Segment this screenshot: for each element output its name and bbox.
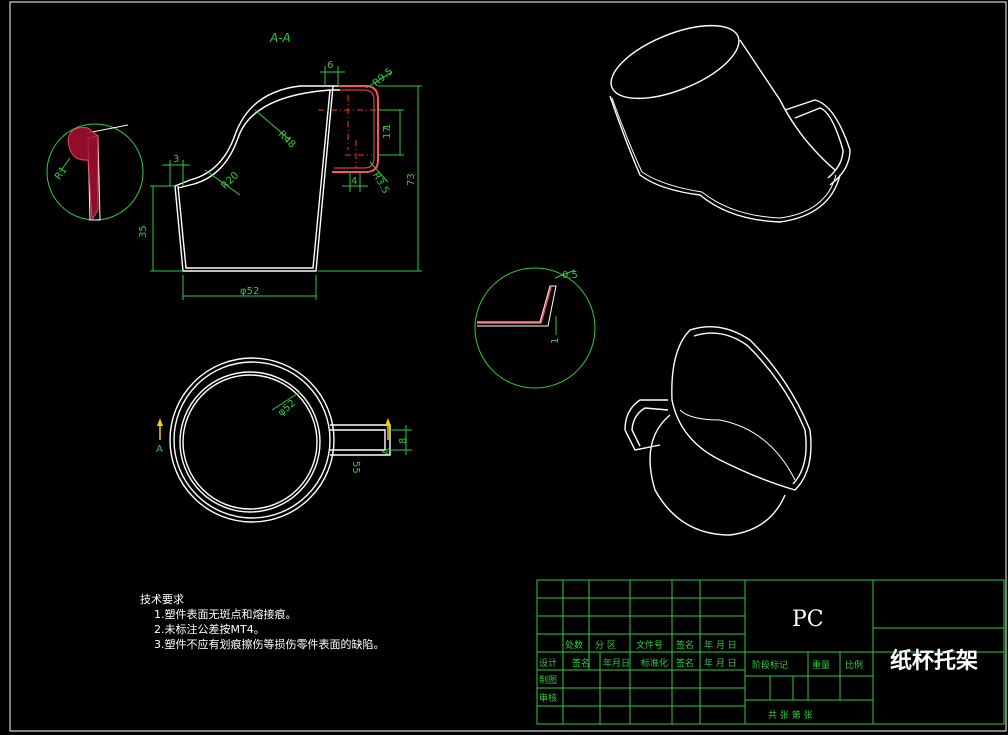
row-standard: 标准化 [641, 657, 668, 669]
hdr-count: 处数 [565, 639, 583, 651]
row-standard-date: 年 月 日 [704, 657, 737, 669]
tech-title: 技术要求 [140, 593, 184, 606]
row-standard-sign: 签名 [676, 657, 694, 669]
dim-8: 8 [398, 438, 409, 444]
detail-r1: R1 [53, 165, 70, 182]
section-view: A-A 35 73 17 1 φ52 6 R9.5 R48 R20 3 4 R3… [138, 31, 422, 300]
weight-label: 重量 [812, 659, 830, 671]
draw-label: 制图 [539, 674, 557, 686]
dim-73: 73 [406, 173, 417, 186]
iso-view-lower [624, 325, 812, 536]
dim-r35: R3.5 [370, 171, 391, 196]
detail-view-left: R1 [46, 123, 144, 222]
dim-r48: R48 [276, 129, 298, 151]
iso-view-upper [609, 24, 851, 223]
dim-r20: R20 [220, 170, 242, 192]
section-label: A-A [269, 31, 291, 45]
row-design-date: 年月日 [603, 657, 630, 669]
detail-1: 1 [550, 338, 561, 344]
dim-1: 1 [382, 124, 393, 130]
dim-55: 55 [350, 461, 361, 474]
material-label: PC [792, 607, 824, 632]
part-name: 纸杯托架 [890, 648, 978, 674]
top-view: φ52 A A 8 55 [156, 357, 412, 523]
dim-4: 4 [351, 176, 357, 187]
dim-phi52-top: φ52 [276, 398, 298, 419]
hdr-file: 文件号 [636, 639, 663, 651]
hdr-sign: 签名 [676, 639, 694, 651]
row-design-sign: 签名 [572, 657, 590, 669]
sheet-text: 共 张 第 张 [768, 709, 813, 721]
hdr-zone: 分 区 [595, 640, 616, 651]
review-label: 审核 [539, 692, 557, 704]
dim-phi52: φ52 [240, 286, 259, 297]
detail-view-middle: 0.5 1 [474, 267, 596, 389]
title-block: 处数 分 区 文件号 签名 年 月 日 设计 签名 年月日 标准化 签名 年 月… [536, 579, 1005, 725]
stage-label: 阶段标记 [752, 659, 788, 671]
dim-3: 3 [173, 154, 179, 165]
hdr-date: 年 月 日 [704, 639, 737, 651]
dim-35: 35 [138, 225, 149, 238]
scale-label: 比例 [845, 659, 863, 671]
section-mark-right: A [381, 448, 392, 455]
detail-05: 0.5 [562, 270, 578, 281]
tech-item-3: 3.塑件不应有划痕擦伤等损伤零件表面的缺陷。 [154, 638, 385, 651]
tech-item-2: 2.未标注公差按MT4。 [154, 623, 265, 636]
tech-requirements: 技术要求 1.塑件表面无斑点和熔接痕。 2.未标注公差按MT4。 3.塑件不应有… [140, 592, 385, 652]
section-mark-left: A [156, 444, 163, 455]
row-design: 设计 [539, 657, 557, 669]
dim-top-6: 6 [327, 60, 333, 71]
tech-item-1: 1.塑件表面无斑点和熔接痕。 [154, 608, 297, 621]
